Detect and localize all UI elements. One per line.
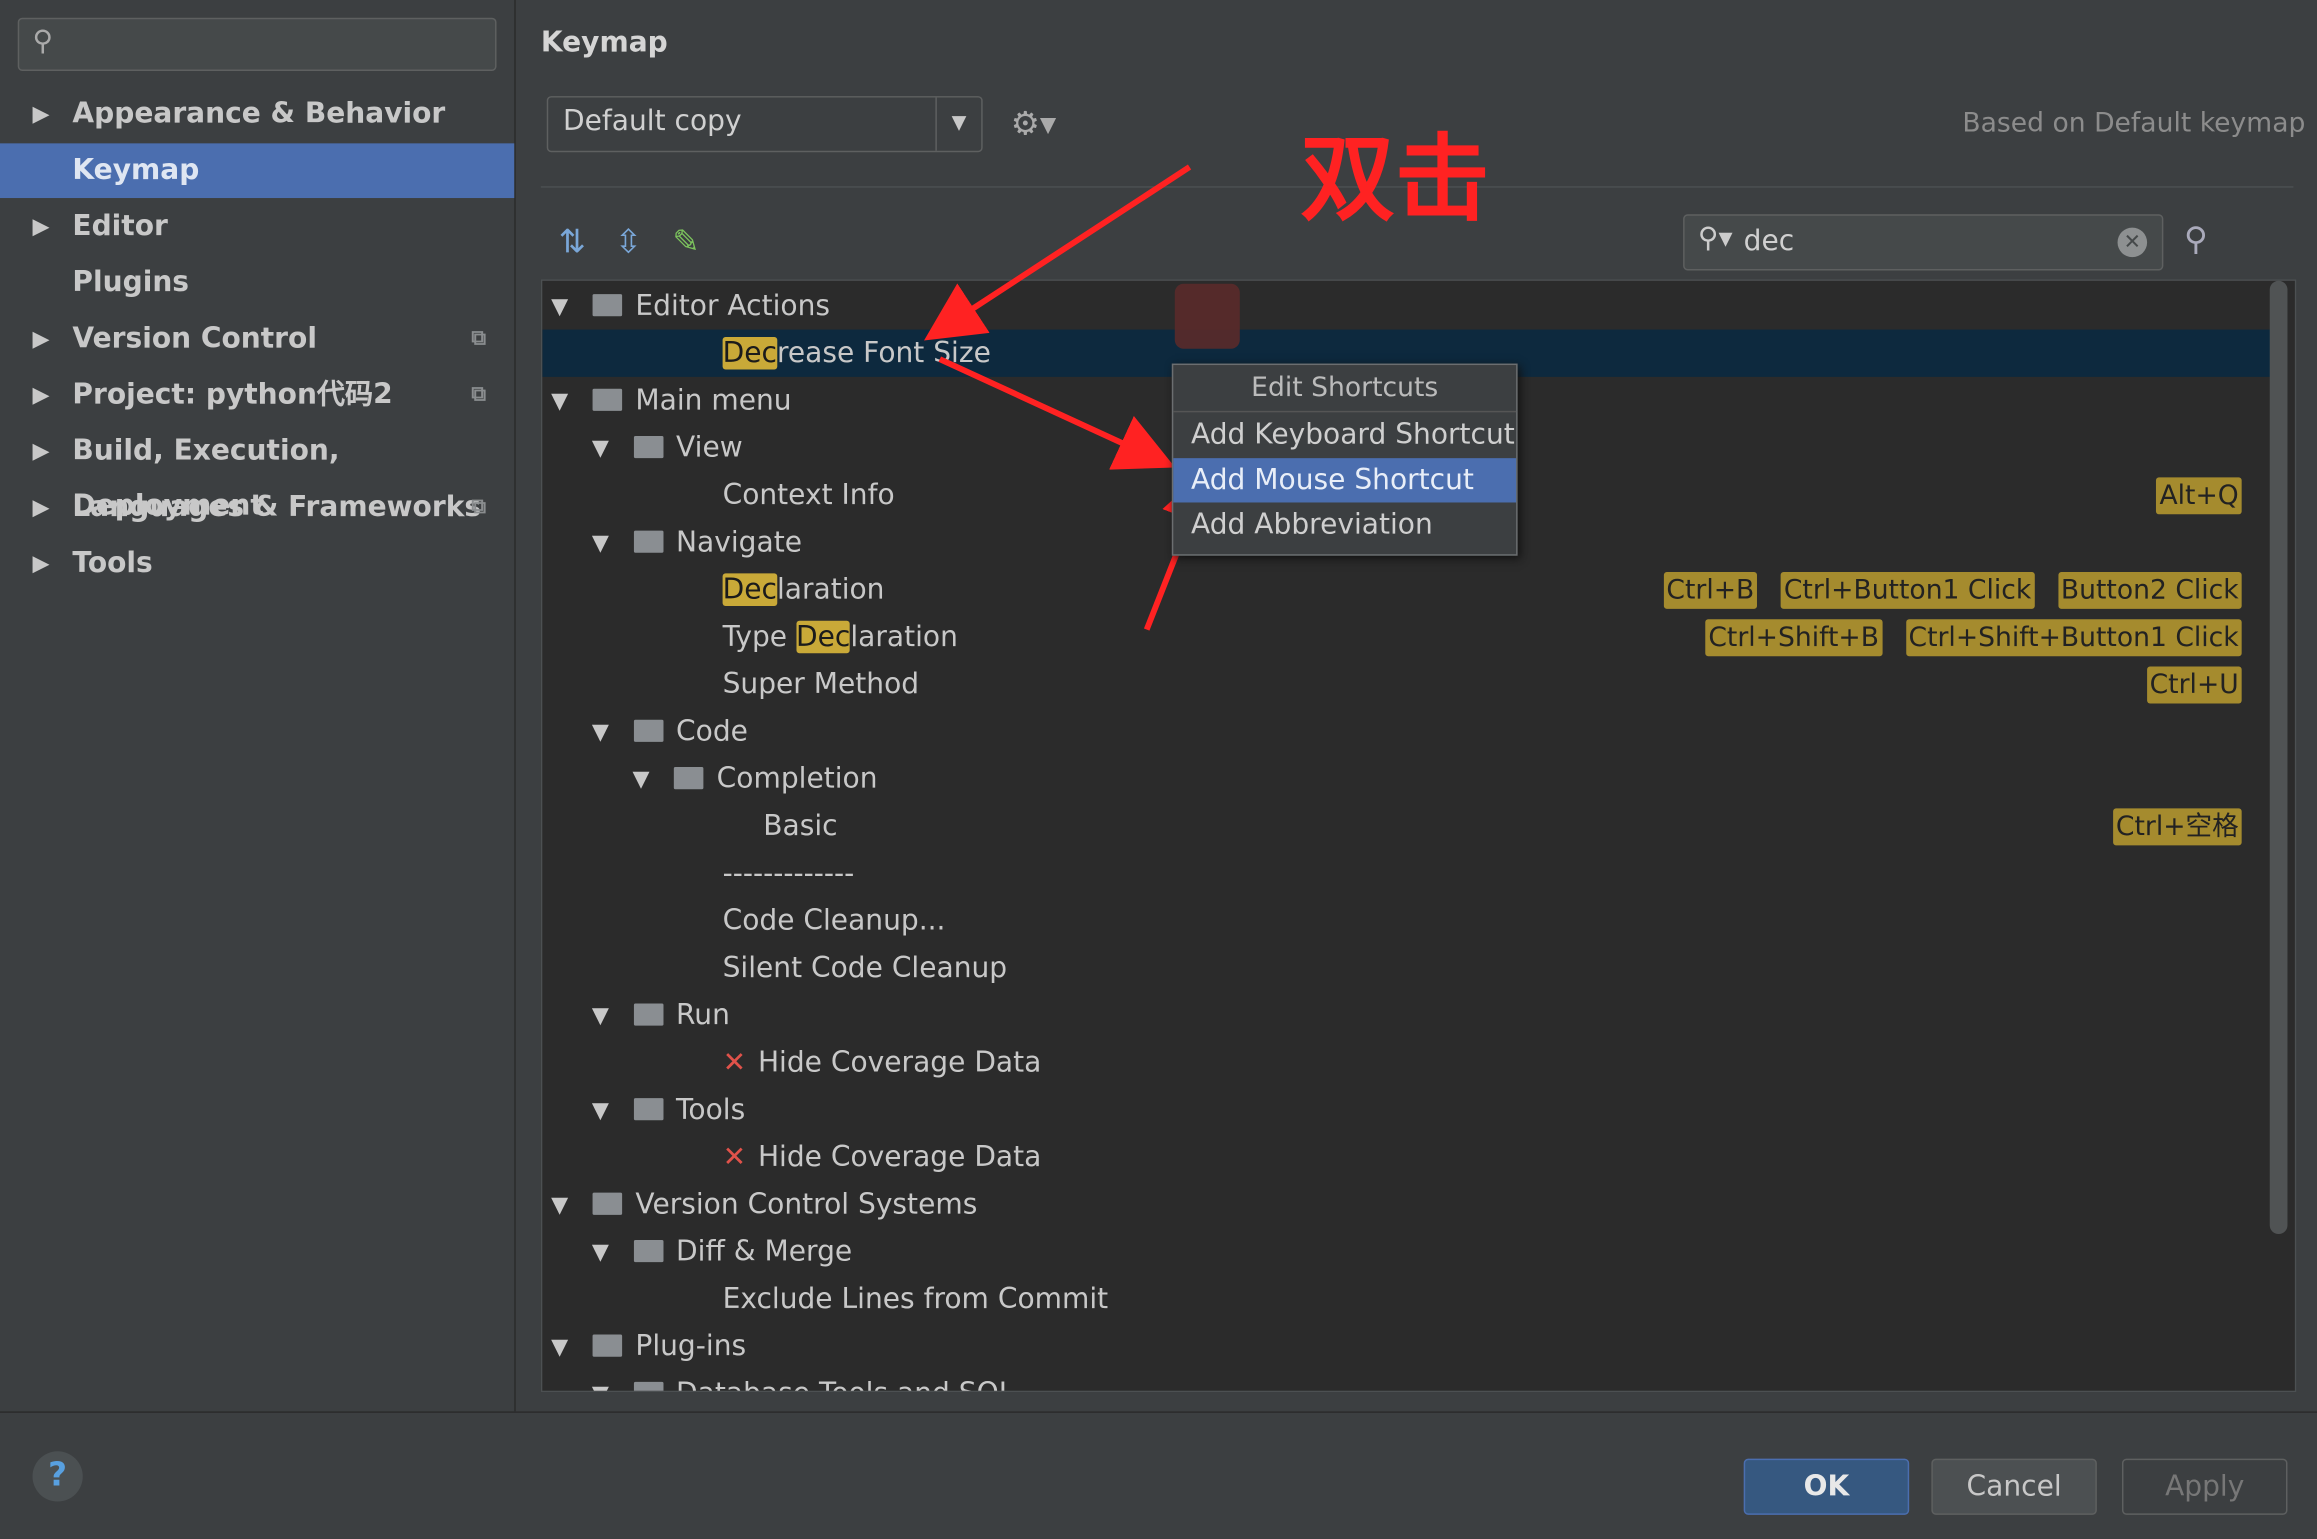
annotation-arrows (924, 164, 1218, 631)
arrow-2 (938, 356, 1176, 470)
popup-header: Edit Shortcuts (1173, 365, 1517, 413)
help-button[interactable]: ? (32, 1451, 83, 1502)
add-keyboard-shortcut-item[interactable]: Add Keyboard Shortcut (1173, 412, 1516, 456)
add-mouse-shortcut-item[interactable]: Add Mouse Shortcut (1173, 458, 1517, 503)
add-abbreviation-item[interactable]: Add Abbreviation (1173, 502, 1516, 546)
cancel-button[interactable]: Cancel (1931, 1458, 2097, 1515)
ok-button[interactable]: OK (1743, 1458, 1910, 1515)
edit-shortcuts-popup: Edit Shortcuts Add Keyboard Shortcut Add… (1171, 363, 1518, 556)
arrow-1 (924, 164, 1192, 341)
apply-button[interactable]: Apply (2121, 1458, 2288, 1515)
